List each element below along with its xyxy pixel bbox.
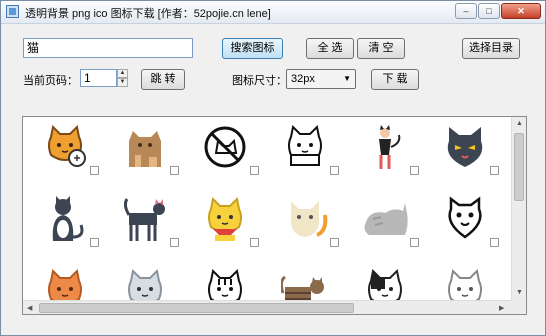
icon-cell[interactable] [273, 123, 343, 187]
icon-cell[interactable] [433, 195, 503, 259]
icon-cell[interactable] [353, 195, 423, 259]
minimize-button[interactable]: – [455, 3, 477, 19]
icon-checkbox[interactable] [250, 238, 259, 247]
icon-checkbox[interactable] [410, 166, 419, 175]
page-number-input[interactable]: 1 [80, 69, 117, 87]
title-bar[interactable]: 透明背景 png ico 图标下载 [作者：52pojie.cn lene] –… [1, 1, 545, 24]
icon-cell[interactable] [113, 195, 183, 259]
scroll-right-icon[interactable]: ▶ [499, 304, 504, 312]
scroll-down-icon[interactable]: ▼ [516, 289, 523, 296]
clear-button[interactable]: 清 空 [357, 38, 405, 59]
cream-cat-with-tail-icon [290, 201, 328, 237]
icon-cell[interactable] [193, 195, 263, 259]
scroll-left-icon[interactable]: ◀ [27, 304, 32, 312]
cat-face-outline-icon [448, 196, 482, 239]
no-cats-sign-icon [204, 126, 246, 168]
scroll-up-icon[interactable]: ▲ [516, 120, 523, 127]
cat-woman-icon [379, 125, 401, 169]
icon-checkbox[interactable] [330, 238, 339, 247]
icon-size-value: 32px [291, 73, 315, 85]
search-input[interactable]: 猫 [23, 38, 193, 58]
icon-checkbox[interactable] [90, 166, 99, 175]
standing-black-cat-icon [123, 198, 165, 241]
icon-checkbox[interactable] [490, 166, 499, 175]
icon-cell[interactable] [33, 195, 103, 259]
download-button[interactable]: 下 载 [371, 69, 419, 90]
icon-checkbox[interactable] [90, 238, 99, 247]
chevron-down-icon: ▼ [343, 74, 351, 83]
select-all-button[interactable]: 全 选 [306, 38, 354, 59]
vertical-scrollbar[interactable]: ▲ ▼ [511, 117, 526, 300]
icon-cell[interactable] [273, 195, 343, 259]
yellow-cat-red-bandana-icon [208, 196, 242, 241]
window-title: 透明背景 png ico 图标下载 [作者：52pojie.cn lene] [25, 8, 271, 20]
sitting-black-white-cat-icon [52, 196, 84, 241]
sleepy-orange-cat-icon [48, 124, 86, 167]
icon-checkbox[interactable] [170, 166, 179, 175]
horizontal-scroll-thumb[interactable] [39, 303, 354, 313]
scrollbar-corner [511, 300, 526, 314]
icon-cell[interactable] [433, 123, 503, 187]
page-up-arrow-icon[interactable]: ▲ [117, 69, 128, 78]
icon-cell[interactable] [113, 123, 183, 187]
cat-outline-icon [288, 124, 322, 166]
gray-cat-stretching-icon [364, 203, 408, 235]
choose-directory-button[interactable]: 选择目录 [462, 38, 520, 59]
icon-checkbox[interactable] [250, 166, 259, 175]
icon-checkbox[interactable] [170, 238, 179, 247]
icon-cell[interactable] [353, 123, 423, 187]
page-label: 当前页码： [23, 75, 78, 87]
page-down-arrow-icon[interactable]: ▼ [117, 78, 128, 87]
vertical-scroll-thumb[interactable] [514, 133, 524, 201]
icon-checkbox[interactable] [490, 238, 499, 247]
icon-cell[interactable] [193, 123, 263, 187]
dark-angry-cat-icon [447, 127, 483, 167]
icon-grid-panel: ▲ ▼ ◀ ▶ [22, 116, 527, 315]
app-window: 透明背景 png ico 图标下载 [作者：52pojie.cn lene] –… [0, 0, 546, 336]
icon-cell[interactable] [33, 123, 103, 187]
brown-cat-family-icon [129, 131, 161, 167]
maximize-button[interactable]: □ [478, 3, 500, 19]
jump-button[interactable]: 跳 转 [141, 69, 185, 90]
horizontal-scrollbar[interactable]: ◀ ▶ [23, 300, 511, 314]
app-icon [6, 5, 19, 18]
icon-checkbox[interactable] [330, 166, 339, 175]
icon-size-label: 图标尺寸： [232, 75, 287, 87]
icon-checkbox[interactable] [410, 238, 419, 247]
search-button[interactable]: 搜索图标 [222, 38, 283, 59]
close-button[interactable]: ✕ [501, 3, 541, 19]
icon-size-select[interactable]: 32px ▼ [286, 69, 356, 89]
